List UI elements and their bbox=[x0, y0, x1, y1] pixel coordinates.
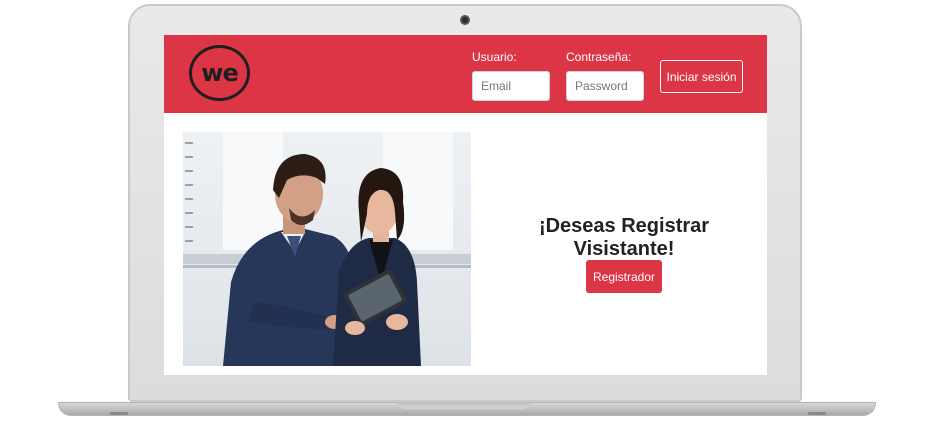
password-label: Contraseña: bbox=[566, 50, 632, 64]
header-bar: we Usuario: Contraseña: Iniciar sesión bbox=[164, 35, 767, 113]
business-people-illustration bbox=[223, 154, 421, 366]
laptop-mockup: we Usuario: Contraseña: Iniciar sesión bbox=[0, 0, 931, 443]
laptop-screen: we Usuario: Contraseña: Iniciar sesión bbox=[164, 35, 767, 375]
user-label: Usuario: bbox=[472, 50, 517, 64]
logo-text: we bbox=[201, 59, 238, 87]
hero-photo bbox=[183, 132, 471, 366]
login-button[interactable]: Iniciar sesión bbox=[660, 60, 743, 93]
register-visitor-heading: ¡Deseas Registrar Visistante! bbox=[538, 215, 710, 260]
laptop-foot-right bbox=[808, 412, 826, 415]
email-input[interactable] bbox=[472, 71, 550, 101]
webcam-icon bbox=[460, 15, 470, 25]
we-logo-icon[interactable]: we bbox=[189, 45, 250, 101]
laptop-notch bbox=[398, 402, 530, 409]
password-input[interactable] bbox=[566, 71, 644, 101]
laptop-foot-left bbox=[110, 412, 128, 415]
register-button[interactable]: Registrador bbox=[586, 260, 662, 293]
